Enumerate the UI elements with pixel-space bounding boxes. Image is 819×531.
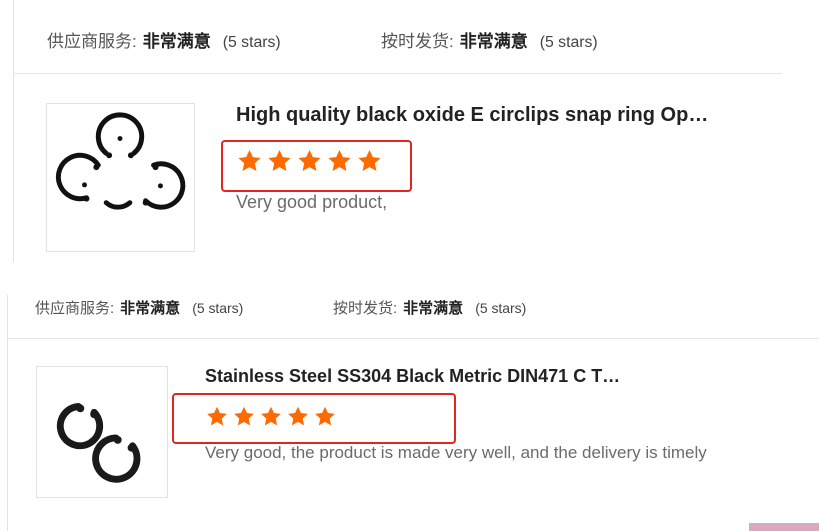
on-time-delivery-label: 按时发货: — [333, 300, 398, 317]
review-comment: Very good product, — [236, 192, 388, 212]
star-icon — [326, 148, 353, 174]
star-icon — [266, 148, 293, 174]
retaining-ring-icon — [56, 402, 141, 483]
product-thumbnail[interactable] — [46, 103, 195, 252]
star-icon — [286, 405, 310, 428]
on-time-delivery-rating: 按时发货: 非常满意 (5 stars) — [381, 27, 598, 52]
supplier-service-label: 供应商服务: — [35, 300, 115, 317]
supplier-service-value: 非常满意 — [142, 32, 211, 51]
on-time-delivery-rating: 按时发货: 非常满意 (5 stars) — [333, 297, 526, 318]
star-icon — [232, 405, 256, 428]
star-rating — [236, 148, 383, 174]
divider — [14, 73, 782, 74]
on-time-delivery-label: 按时发货: — [381, 32, 454, 51]
on-time-delivery-stars: (5 stars) — [475, 300, 527, 316]
product-thumbnail[interactable] — [36, 366, 168, 498]
product-title[interactable]: High quality black oxide E circlips snap… — [236, 104, 756, 127]
e-circlip-icon — [55, 112, 186, 210]
on-time-delivery-stars: (5 stars) — [539, 34, 598, 51]
on-time-delivery-value: 非常满意 — [403, 300, 464, 317]
review-screenshot: 供应商服务: 非常满意 (5 stars) 按时发货: 非常满意 (5 star… — [0, 0, 819, 531]
star-rating — [205, 405, 337, 428]
supplier-service-rating: 供应商服务: 非常满意 (5 stars) — [35, 297, 243, 318]
star-icon — [205, 405, 229, 428]
star-icon — [236, 148, 263, 174]
star-icon — [356, 148, 383, 174]
product-title[interactable]: Stainless Steel SS304 Black Metric DIN47… — [205, 366, 675, 387]
star-icon — [296, 148, 323, 174]
divider — [13, 0, 14, 262]
review-comment: Very good, the product is made very well… — [205, 443, 707, 462]
supplier-service-rating: 供应商服务: 非常满意 (5 stars) — [47, 27, 281, 52]
divider — [8, 338, 819, 339]
star-icon — [313, 405, 337, 428]
on-time-delivery-value: 非常满意 — [459, 32, 528, 51]
review-card-1: 供应商服务: 非常满意 (5 stars) 按时发货: 非常满意 (5 star… — [0, 0, 819, 262]
supplier-service-label: 供应商服务: — [47, 32, 137, 51]
supplier-service-stars: (5 stars) — [192, 300, 244, 316]
supplier-service-value: 非常满意 — [120, 300, 181, 317]
corner-chip — [749, 523, 819, 531]
supplier-service-stars: (5 stars) — [222, 34, 281, 51]
divider — [7, 295, 8, 531]
star-icon — [259, 405, 283, 428]
